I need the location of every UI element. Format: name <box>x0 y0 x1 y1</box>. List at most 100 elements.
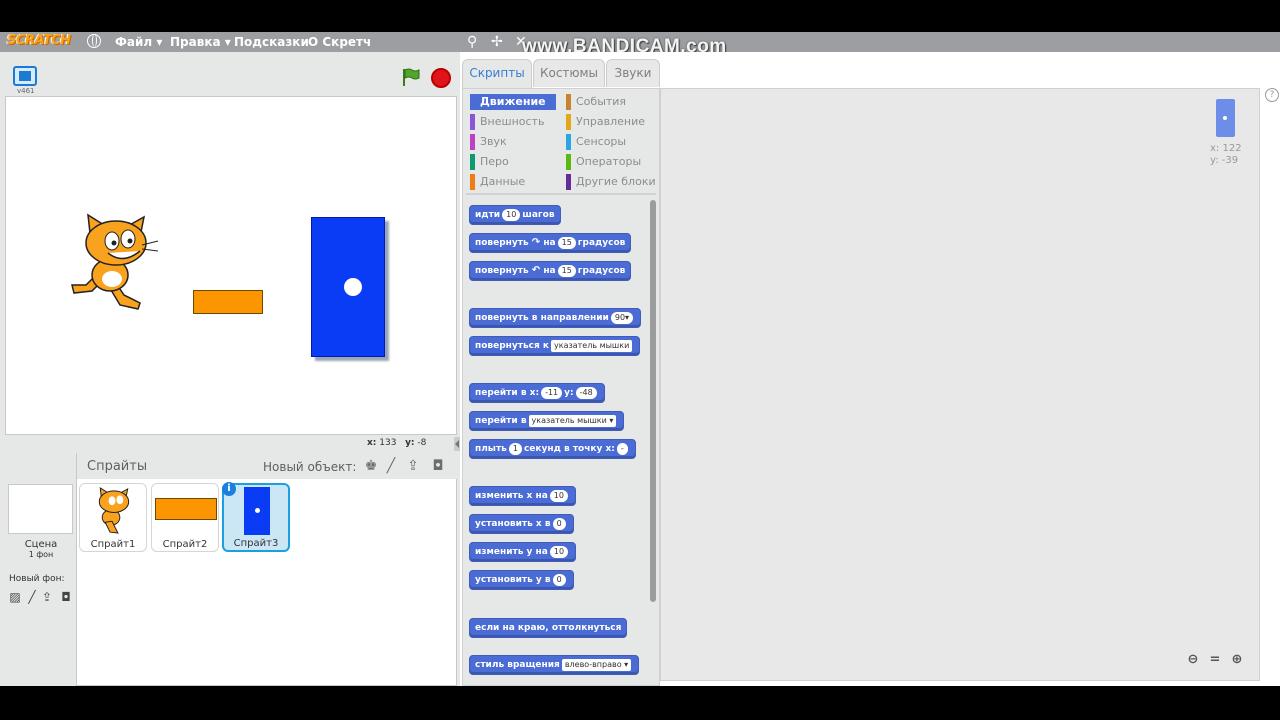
change-y-input[interactable]: 10 <box>549 545 569 558</box>
category-more-blocks[interactable]: Другие блоки <box>566 174 656 190</box>
direction-input[interactable]: 90▾ <box>610 311 634 324</box>
change-x-input[interactable]: 10 <box>549 489 568 502</box>
block-rotation-style[interactable]: стиль вращения влево-вправо ▾ <box>469 655 640 675</box>
category-control[interactable]: Управление <box>566 114 656 130</box>
glide-x-input[interactable]: - <box>616 442 628 455</box>
menu-tips[interactable]: Подсказки <box>234 35 309 49</box>
help-button[interactable]: ? <box>1265 88 1279 102</box>
block-point-in-direction[interactable]: повернуть в направлении 90▾ <box>469 308 642 328</box>
version-label: v461 <box>17 87 35 95</box>
turn-right-icon: ↷ <box>531 237 541 248</box>
scripts-area[interactable] <box>660 88 1260 681</box>
scene-thumbnail[interactable] <box>8 484 73 534</box>
block-bounce-on-edge[interactable]: если на краю, оттолкнуться <box>469 618 628 638</box>
globe-icon[interactable] <box>87 34 101 48</box>
point-towards-dropdown[interactable]: указатель мышки <box>551 339 633 352</box>
sprite-library-icon[interactable]: ♚ <box>362 458 380 474</box>
duplicate-icon[interactable]: ⚲ <box>467 34 477 50</box>
camera-icon[interactable]: ◘ <box>429 458 447 474</box>
cut-icon[interactable]: ✢ <box>491 34 503 50</box>
category-pen[interactable]: Перо <box>470 154 556 170</box>
menu-edit[interactable]: Правка ▾ <box>170 35 231 49</box>
block-go-to[interactable]: перейти в указатель мышки ▾ <box>469 411 625 431</box>
sprite-x-value: 122 <box>1222 143 1242 154</box>
move-steps-input[interactable]: 10 <box>502 208 521 221</box>
go-to-dropdown[interactable]: указатель мышки ▾ <box>528 414 617 427</box>
sprites-title: Спрайты <box>87 459 148 474</box>
category-control-label: Управление <box>576 115 646 128</box>
tab-sounds[interactable]: Звуки <box>606 59 660 87</box>
new-backdrop-label: Новый фон: <box>9 574 65 584</box>
goto-x-input[interactable]: -11 <box>541 386 563 399</box>
fullscreen-button[interactable] <box>13 66 37 86</box>
category-events-label: События <box>576 95 627 108</box>
set-y-input[interactable]: 0 <box>552 573 566 586</box>
block-change-x[interactable]: изменить х на 10 <box>469 486 576 506</box>
block-set-x[interactable]: установить х в0 <box>469 514 574 534</box>
category-events[interactable]: События <box>566 94 656 110</box>
blue-door-sprite[interactable] <box>311 217 385 357</box>
category-operators[interactable]: Операторы <box>566 154 656 170</box>
sprite-label-3: Спрайт3 <box>233 538 279 549</box>
sprite-tile-2[interactable]: Спрайт2 <box>151 483 219 552</box>
palette-scrollbar[interactable] <box>650 200 656 602</box>
sprite-label-1: Спрайт1 <box>90 539 136 550</box>
block-go-to-xy[interactable]: перейти в x: -11 y: -48 <box>469 383 605 403</box>
set-x-input[interactable]: 0 <box>552 517 566 530</box>
category-looks[interactable]: Внешность <box>470 114 556 130</box>
sprite-tile-1[interactable]: Спрайт1 <box>79 483 147 552</box>
mouse-x-label: x: <box>367 438 377 448</box>
mouse-y-value: -8 <box>417 438 427 448</box>
stop-button[interactable] <box>431 68 451 88</box>
category-looks-label: Внешность <box>480 115 545 128</box>
glide-seconds-input[interactable]: 1 <box>508 442 522 455</box>
stage-header <box>5 60 457 96</box>
category-data[interactable]: Данные <box>470 174 556 190</box>
block-turn-right[interactable]: повернуть ↷ на 15 градусов <box>469 233 632 253</box>
scene-label: Сцена <box>24 539 58 550</box>
block-turn-left[interactable]: повернуть ↶ на 15 градусов <box>469 261 632 281</box>
category-motion-label: Движение <box>480 95 546 108</box>
sprite-info-icon[interactable]: i <box>222 482 236 496</box>
zoom-reset-icon[interactable]: = <box>1207 652 1223 668</box>
cat-sprite[interactable] <box>68 213 160 311</box>
turn-left-input[interactable]: 15 <box>557 264 576 277</box>
menu-file[interactable]: Файл ▾ <box>115 35 162 49</box>
block-set-y[interactable]: установить у в0 <box>469 570 574 590</box>
category-data-label: Данные <box>480 175 526 188</box>
backdrop-paint-icon[interactable]: ╱ <box>25 590 39 604</box>
block-change-y[interactable]: изменить у на 10 <box>469 542 577 562</box>
block-move-steps[interactable]: идти 10 шагов <box>469 205 561 225</box>
scratch-logo[interactable]: SCRATCH <box>7 33 71 48</box>
sprite-x-label: x: <box>1210 143 1220 154</box>
sprite-y-label: y: <box>1210 155 1219 166</box>
mouse-y-label: y: <box>405 438 415 448</box>
right-edge-strip <box>1262 52 1280 686</box>
menu-about[interactable]: О Скретч <box>308 35 371 49</box>
block-glide[interactable]: плыть 1 секунд в точку x: - <box>469 439 636 459</box>
zoom-out-icon[interactable]: ⊖ <box>1185 652 1201 668</box>
category-motion[interactable]: Движение <box>470 94 556 110</box>
orange-paddle-sprite[interactable] <box>193 290 263 314</box>
block-point-towards[interactable]: повернуться к указатель мышки <box>469 336 641 356</box>
tab-scripts[interactable]: Скрипты <box>462 59 532 89</box>
backdrop-library-icon[interactable]: ▨ <box>8 590 22 604</box>
collapse-stage-arrow-icon[interactable] <box>454 437 460 451</box>
backdrop-camera-icon[interactable]: ◘ <box>59 590 73 604</box>
green-flag-icon[interactable] <box>400 67 422 87</box>
orange-paddle-thumbnail <box>155 498 217 520</box>
turn-right-input[interactable]: 15 <box>557 236 576 249</box>
tab-costumes[interactable]: Костюмы <box>533 59 605 87</box>
category-sound[interactable]: Звук <box>470 134 556 150</box>
goto-y-input[interactable]: -48 <box>575 386 597 399</box>
category-pen-label: Перо <box>480 155 509 168</box>
backdrop-upload-icon[interactable]: ⇪ <box>40 590 54 604</box>
paint-brush-icon[interactable]: ╱ <box>382 458 400 474</box>
sprite-y-value: -39 <box>1221 155 1239 166</box>
category-divider <box>466 193 656 195</box>
category-sensing[interactable]: Сенсоры <box>566 134 656 150</box>
category-sensing-label: Сенсоры <box>576 135 627 148</box>
zoom-in-icon[interactable]: ⊕ <box>1229 652 1245 668</box>
upload-icon[interactable]: ⇪ <box>404 458 422 474</box>
rotation-style-dropdown[interactable]: влево-вправо ▾ <box>561 658 632 671</box>
